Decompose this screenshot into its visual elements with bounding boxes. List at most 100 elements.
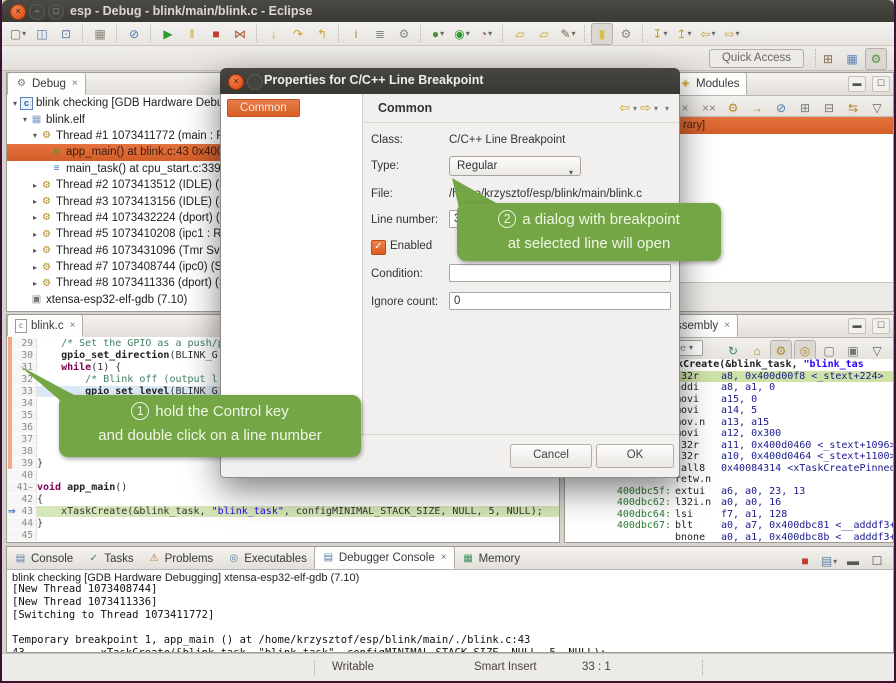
debug-perspective-button[interactable]: ⚙ — [865, 48, 887, 70]
binary-file-button[interactable]: ▦ — [89, 23, 111, 45]
back-arrow-icon[interactable]: ⇦ — [619, 100, 630, 116]
load-symbols-button[interactable]: ⚙ — [722, 97, 744, 119]
tab-blink-c[interactable]: c blink.c × — [7, 314, 83, 337]
view-menu-icon[interactable]: ▾ — [665, 104, 669, 113]
tab-console[interactable]: ▤Console — [7, 548, 80, 569]
disassembly-line[interactable]: 400dbc67:blta0, a7, 0x400dbc81 <__adddf3… — [565, 520, 893, 532]
tree-expand-arrow[interactable]: ▸ — [30, 246, 40, 255]
tree-expand-arrow[interactable]: ▾ — [10, 99, 20, 108]
condition-input[interactable] — [449, 264, 671, 282]
suspend-button[interactable]: ‖ — [181, 23, 203, 45]
minimize-icon[interactable]: − — [29, 4, 45, 20]
tree-expand-arrow[interactable]: ▸ — [30, 279, 40, 288]
open-element-button[interactable]: ▱ — [509, 23, 531, 45]
expand-all-button[interactable]: ⊞ — [794, 97, 816, 119]
skip-all-breakpoints-button[interactable]: ⊘ — [123, 23, 145, 45]
editor-line-44[interactable]: 44} — [7, 517, 559, 529]
disassembly-line[interactable]: 400dbc64:lsif7, a1, 128 — [565, 509, 893, 521]
minimize-icon[interactable]: ▬ — [848, 318, 866, 334]
line-number[interactable]: 45 — [7, 530, 37, 541]
back-button[interactable]: ⇦▾ — [697, 23, 719, 45]
minimize-icon[interactable]: ▬ — [848, 76, 866, 92]
last-edit-location-button[interactable]: ↧▾ — [649, 23, 671, 45]
enabled-checkbox[interactable]: ✓ — [371, 240, 386, 255]
external-tools-button[interactable]: ◔▾ — [475, 23, 497, 45]
tab-debug[interactable]: ⚙ Debug × — [7, 72, 86, 95]
editor-line-43[interactable]: 43 xTaskCreate(&blink_task, "blink_task"… — [7, 505, 559, 517]
maximize-icon[interactable]: ☐ — [872, 76, 890, 92]
chevron-down-icon[interactable]: ▾ — [654, 104, 658, 113]
step-over-button[interactable]: ↷ — [287, 23, 309, 45]
close-icon[interactable]: × — [228, 74, 244, 90]
ignore-count-input[interactable] — [449, 292, 671, 310]
ok-button[interactable]: OK — [596, 444, 674, 468]
tab-modules[interactable]: ◈ Modules — [671, 72, 747, 95]
disassembly-line[interactable]: 400dbc62:l32i.na0, a0, 16 — [565, 497, 893, 509]
tree-expand-arrow[interactable]: ▸ — [30, 213, 40, 222]
disassembly-line[interactable]: bnonea0, a1, 0x400dbc8b <__adddf3+ — [565, 532, 893, 543]
toggle-mark-occurrences-button[interactable]: ▮ — [591, 23, 613, 45]
line-number[interactable]: 40 — [7, 470, 37, 481]
tree-expand-arrow[interactable]: ▸ — [30, 197, 40, 206]
terminate-button[interactable]: ■ — [205, 23, 227, 45]
display-selected-console-button[interactable]: ▤▾ — [818, 550, 840, 572]
tree-expand-arrow[interactable]: ▾ — [20, 115, 30, 124]
run-button[interactable]: ◉▾ — [451, 23, 473, 45]
step-return-button[interactable]: ↰ — [311, 23, 333, 45]
link-with-debug-button[interactable]: ⇆ — [842, 97, 864, 119]
line-number[interactable]: 42 — [7, 494, 37, 505]
go-to-file-button[interactable]: → — [746, 97, 768, 119]
disassembly-line[interactable]: 400dbc5f:extuia6, a0, 23, 13 — [565, 486, 893, 498]
tab-problems[interactable]: ⚠Problems — [141, 548, 221, 569]
search-button[interactable]: ✎▾ — [557, 23, 579, 45]
save-button[interactable]: ◫ — [31, 23, 53, 45]
quick-access-button[interactable]: Quick Access — [709, 49, 804, 68]
tree-expand-arrow[interactable]: ▸ — [30, 230, 40, 239]
collapse-all-button[interactable]: ⊟ — [818, 97, 840, 119]
use-step-filters-button[interactable]: ⚙ — [393, 23, 415, 45]
save-all-button[interactable]: ⊡ — [55, 23, 77, 45]
tree-expand-arrow[interactable]: ▸ — [30, 263, 40, 272]
close-icon[interactable]: × — [724, 320, 730, 331]
tab-memory[interactable]: ▦Memory — [455, 548, 528, 569]
terminate-button[interactable]: ■ — [794, 550, 816, 572]
editor-line-45[interactable]: 45 — [7, 529, 559, 541]
build-settings-button[interactable]: ⚙ — [615, 23, 637, 45]
close-icon[interactable]: × — [72, 78, 78, 89]
chevron-down-icon[interactable]: ▾ — [633, 104, 637, 113]
maximize-icon[interactable]: □ — [48, 4, 64, 20]
instruction-stepping-button[interactable]: i — [345, 23, 367, 45]
open-perspective-button[interactable]: ⊞ — [817, 48, 839, 70]
maximize-icon[interactable]: ☐ — [872, 318, 890, 334]
clear-selection-button[interactable]: ⊘ — [770, 97, 792, 119]
go-to-last-edit-button[interactable]: ↥▾ — [673, 23, 695, 45]
forward-button[interactable]: ⇨▾ — [721, 23, 743, 45]
tab-executables[interactable]: ◎Executables — [220, 548, 314, 569]
disconnect-button[interactable]: ⋈ — [229, 23, 251, 45]
cpp-perspective-button[interactable]: ▦ — [841, 48, 863, 70]
chevron-down-icon[interactable]: ▾ — [689, 343, 693, 352]
cancel-button[interactable]: Cancel — [510, 444, 592, 468]
close-icon[interactable]: × — [441, 552, 447, 563]
line-number[interactable]: 44 — [7, 518, 37, 529]
editor-line-42[interactable]: 42{ — [7, 493, 559, 505]
tab-tasks[interactable]: ✓Tasks — [80, 548, 140, 569]
console-output[interactable]: [New Thread 1073408744] [New Thread 1073… — [7, 583, 893, 653]
maximize-button[interactable]: ☐ — [866, 550, 888, 572]
minimize-button[interactable]: ▬ — [842, 550, 864, 572]
nav-item-common[interactable]: Common — [227, 99, 300, 117]
close-icon[interactable]: × — [10, 4, 26, 20]
tab-debugger-console[interactable]: ▤Debugger Console× — [314, 546, 455, 569]
view-menu-button[interactable]: ▽ — [866, 97, 888, 119]
forward-arrow-icon[interactable]: ⇨ — [640, 100, 651, 116]
tree-expand-arrow[interactable]: ▾ — [30, 131, 40, 140]
step-into-button[interactable]: ↓ — [263, 23, 285, 45]
tree-expand-arrow[interactable]: ▸ — [30, 181, 40, 190]
resume-button[interactable]: ▶ — [157, 23, 179, 45]
open-resource-button[interactable]: ▱ — [533, 23, 555, 45]
line-number[interactable]: 41− — [7, 482, 37, 493]
show-disassembly-button[interactable]: ≣ — [369, 23, 391, 45]
close-icon[interactable]: × — [70, 320, 76, 331]
remove-all-button[interactable]: ×× — [698, 97, 720, 119]
minimize-icon[interactable] — [247, 74, 263, 90]
